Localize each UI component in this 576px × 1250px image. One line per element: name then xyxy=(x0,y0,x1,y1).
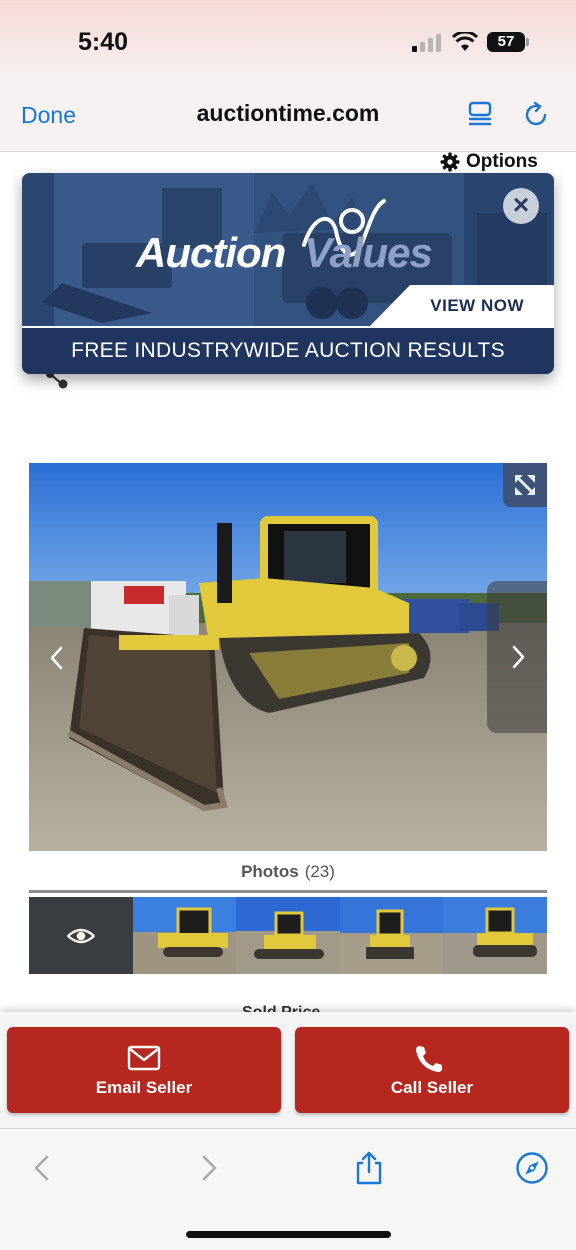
thumbnail-divider xyxy=(29,890,547,893)
home-indicator[interactable] xyxy=(186,1231,391,1238)
email-seller-label: Email Seller xyxy=(95,1078,193,1097)
share-icon[interactable] xyxy=(352,1151,386,1185)
battery-tip xyxy=(526,38,529,46)
expand-icon xyxy=(515,475,535,495)
eye-icon xyxy=(66,928,95,943)
status-bar: 5:40 57 xyxy=(0,0,576,80)
screen: 5:40 57 auctiontime.com Done Options Auc… xyxy=(0,0,576,1250)
view-all-photos-thumb[interactable] xyxy=(29,897,133,974)
call-seller-button[interactable]: Call Seller xyxy=(295,1027,569,1113)
gear-icon xyxy=(440,152,460,172)
options-button[interactable]: Options xyxy=(440,151,538,173)
photo-thumbnail[interactable] xyxy=(236,897,340,974)
reader-icon[interactable] xyxy=(467,101,493,129)
ad-banner-text: FREE INDUSTRYWIDE AUCTION RESULTS xyxy=(22,326,554,374)
battery-icon: 57 xyxy=(487,32,525,52)
ad-logo-auction: Auction xyxy=(136,229,286,276)
phone-icon xyxy=(416,1046,442,1072)
ad-view-now-label: VIEW NOW xyxy=(430,296,524,315)
photo-thumbnail[interactable] xyxy=(443,897,547,974)
forward-icon[interactable] xyxy=(191,1151,225,1185)
contact-action-bar: Email Seller Call Seller xyxy=(0,1012,576,1128)
photos-count: (23) xyxy=(304,862,335,881)
mail-icon xyxy=(127,1045,161,1071)
ad-logo-values: Values xyxy=(304,229,433,276)
ad-close-button[interactable]: × xyxy=(503,188,539,224)
status-time: 5:40 xyxy=(78,28,129,56)
listing-main-photo[interactable] xyxy=(29,463,547,851)
options-label: Options xyxy=(466,151,538,172)
chevron-right-icon xyxy=(512,645,525,669)
photo-thumbnail[interactable] xyxy=(132,897,237,974)
photos-caption[interactable]: Photos (23) xyxy=(0,862,576,882)
browser-header: auctiontime.com Done xyxy=(0,80,576,152)
auction-values-ad[interactable]: Auction Values × VIEW NOW FREE INDUSTRYW… xyxy=(22,173,554,374)
thumbnail-strip xyxy=(29,897,547,974)
chevron-left-icon[interactable] xyxy=(44,640,70,676)
wifi-icon xyxy=(452,32,478,51)
cellular-signal-icon xyxy=(412,34,442,52)
email-seller-button[interactable]: Email Seller xyxy=(7,1027,281,1113)
back-icon[interactable] xyxy=(26,1151,60,1185)
call-seller-label: Call Seller xyxy=(390,1078,474,1097)
expand-photo-button[interactable] xyxy=(503,463,547,507)
reload-icon[interactable] xyxy=(524,101,550,129)
next-photo-button[interactable] xyxy=(487,581,547,733)
photos-label: Photos xyxy=(241,862,299,881)
photo-thumbnail[interactable] xyxy=(339,897,444,974)
compass-icon[interactable] xyxy=(515,1151,549,1185)
done-button[interactable]: Done xyxy=(21,102,76,129)
